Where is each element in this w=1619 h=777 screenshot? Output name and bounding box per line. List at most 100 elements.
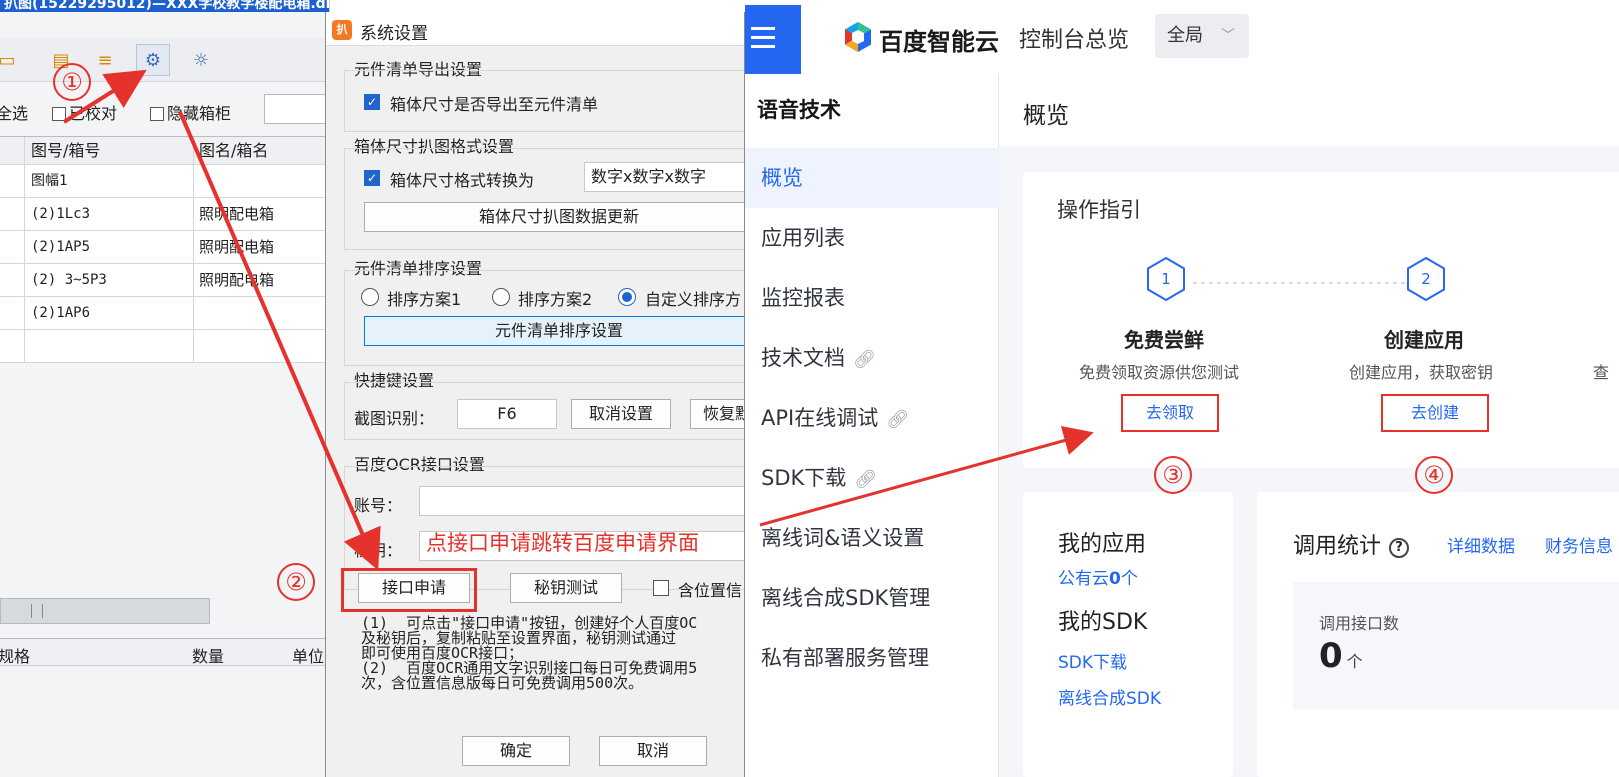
convert-size-checkbox[interactable]: ✓ (364, 170, 380, 186)
sort-scheme1-label: 排序方案1 (387, 290, 462, 309)
dialog-title-bar: 扒 系统设置 (326, 12, 744, 46)
settings-gear-icon[interactable]: ⚙ (136, 44, 170, 76)
lightbulb-icon[interactable]: ☼ (184, 44, 218, 76)
sidebar-item-label: 技术文档 (761, 346, 845, 370)
sidebar-item-label: 私有部署服务管理 (761, 646, 929, 670)
size-data-update-button[interactable]: 箱体尺寸扒图数据更新 (364, 202, 744, 232)
dialog-cancel-button[interactable]: 取消 (599, 736, 707, 766)
cell-number: (2)1AP5 (24, 231, 194, 264)
create-app-link[interactable]: 去创建 (1381, 394, 1489, 432)
filter-search-input[interactable] (264, 94, 329, 124)
calls-value-row: 0个 (1319, 636, 1363, 676)
sort-settings-button[interactable]: 元件清单排序设置 (364, 316, 744, 346)
sidebar-item-overview[interactable]: 概览 (745, 148, 999, 208)
region-value: 全局 (1167, 25, 1203, 46)
public-cloud-count: 0 (1109, 569, 1121, 589)
sidebar-item-label: API在线调试 (761, 406, 879, 430)
step-1-number: 1 (1161, 270, 1171, 288)
table-header: 图号/箱号 图名/箱名 (0, 137, 329, 165)
sort-scheme1-radio[interactable] (361, 288, 379, 306)
left-app-window: 扒图(15229295012)—XXX学校教学楼配电箱.dbcs ▭ ▤ ≡ ⚙… (0, 0, 330, 777)
guide-title: 操作指引 (1057, 198, 1141, 222)
size-format-select[interactable]: 数字x数字x数字 (584, 162, 744, 192)
table-row[interactable]: (2)1AP6 (0, 297, 329, 330)
console-overview-link[interactable]: 控制台总览 (1019, 22, 1129, 54)
sort-scheme2-label: 排序方案2 (518, 290, 593, 309)
menu-hamburger-icon[interactable] (745, 5, 801, 74)
api-apply-button[interactable]: 接口申请 (358, 573, 470, 603)
custom-sort-radio[interactable] (618, 288, 636, 306)
column-header-name[interactable]: 图名/箱名 (193, 137, 329, 165)
checked-filter-label: 已校对 (69, 104, 118, 123)
table-row[interactable]: 图幅1 (0, 165, 329, 198)
add-sheet-icon[interactable]: ▤ (44, 44, 78, 76)
export-size-checkbox[interactable]: ✓ (364, 94, 380, 110)
baidu-cloud-console: 百度智能云 控制台总览 全局 ﹀ 语音技术 概览 应用列表 监控报表 技术文档 🔗… (745, 0, 1619, 777)
table-row[interactable] (0, 330, 329, 363)
checked-filter[interactable]: 已校对 (52, 100, 117, 124)
column-header-unit[interactable]: 单位 (292, 643, 324, 667)
brand-name[interactable]: 百度智能云 (879, 22, 999, 57)
ok-button[interactable]: 确定 (462, 736, 570, 766)
secret-test-button[interactable]: 秘钥测试 (510, 573, 622, 603)
account-input[interactable] (419, 486, 744, 516)
sdk-download-link[interactable]: SDK下载 (1058, 648, 1127, 673)
finance-info-link[interactable]: 财务信息 (1545, 532, 1613, 557)
cell-name: 照明配电箱 (193, 231, 329, 264)
hide-cabinet-label: 隐藏箱柜 (167, 104, 232, 123)
folder-icon[interactable]: ▭ (0, 44, 24, 76)
hide-cabinet-checkbox[interactable] (150, 107, 164, 121)
step-2-hex-icon: 2 (1407, 256, 1445, 302)
calls-label: 调用接口数 (1319, 614, 1400, 633)
convert-size-label: 箱体尺寸格式转换为 (390, 171, 535, 190)
horizontal-scrollbar[interactable] (0, 598, 210, 624)
scrollbar-thumb[interactable] (31, 604, 43, 618)
public-cloud-label: 公有云 (1058, 569, 1109, 589)
detail-data-link[interactable]: 详细数据 (1447, 532, 1515, 557)
sidebar-item-app-list[interactable]: 应用列表 (745, 208, 999, 268)
checked-checkbox[interactable] (52, 107, 66, 121)
external-link-icon: 🔗︎ (886, 409, 910, 430)
table-row[interactable]: (2)1AP5 照明配电箱 (0, 231, 329, 264)
sidebar-item-monitor[interactable]: 监控报表 (745, 268, 999, 328)
public-cloud-link[interactable]: 公有云0个 (1058, 564, 1138, 589)
hotkey-input[interactable]: F6 (457, 399, 557, 429)
sort-list-icon[interactable]: ≡ (88, 44, 122, 76)
sidebar-item-sdk-download[interactable]: SDK下载 🔗︎ (745, 448, 999, 508)
region-select[interactable]: 全局 ﹀ (1155, 14, 1249, 58)
page-header: 概览 (999, 74, 1619, 146)
step-2-number: 2 (1421, 270, 1431, 288)
sort-scheme2-radio[interactable] (492, 288, 510, 306)
my-apps-title: 我的应用 (1058, 532, 1147, 557)
cell-number: 图幅1 (24, 165, 194, 198)
sidebar-item-api-debug[interactable]: API在线调试 🔗︎ (745, 388, 999, 448)
claim-free-link[interactable]: 去领取 (1121, 394, 1219, 432)
cell-number: (2)1Lc3 (24, 198, 194, 231)
column-header-quantity[interactable]: 数量 (192, 643, 224, 667)
secret-input[interactable] (419, 531, 744, 561)
cell-name (193, 330, 329, 363)
table-row[interactable]: (2) 3~5P3 照明配电箱 (0, 264, 329, 297)
column-header-spec[interactable]: 规格 (0, 643, 30, 667)
help-icon[interactable]: ? (1389, 538, 1410, 558)
ocr-notes-text: (1) 可点击"接口申请"按钮，创建好个人百度OC 及秘钥后，复制粘贴至设置界面… (361, 614, 698, 692)
step-connector (1193, 282, 1433, 284)
step-3-desc-partial: 查 (1593, 363, 1610, 382)
sidebar-item-private-deploy[interactable]: 私有部署服务管理 (745, 628, 999, 688)
sidebar-item-label: 监控报表 (761, 286, 845, 310)
select-all-checkbox-label[interactable]: 全选 (0, 100, 28, 124)
main-content: 概览 操作指引 1 免费尝鲜 免费领取资源供您测试 去领取 2 创建应用 创建应… (999, 74, 1619, 777)
cancel-hotkey-button[interactable]: 取消设置 (571, 399, 671, 429)
sidebar-item-docs[interactable]: 技术文档 🔗︎ (745, 328, 999, 388)
include-position-label: 含位置信 (678, 581, 743, 600)
offline-sdk-link[interactable]: 离线合成SDK (1058, 684, 1161, 709)
restore-default-button[interactable]: 恢复默 (690, 399, 744, 429)
table-row[interactable]: (2)1Lc3 照明配电箱 (0, 198, 329, 231)
sidebar-item-offline-words[interactable]: 离线词&语义设置 (745, 508, 999, 568)
include-position-checkbox[interactable] (653, 580, 669, 596)
step-1-hex-icon: 1 (1147, 256, 1185, 302)
sidebar-item-offline-sdk[interactable]: 离线合成SDK管理 (745, 568, 999, 628)
column-header-number[interactable]: 图号/箱号 (24, 137, 194, 165)
system-settings-dialog: 扒 系统设置 元件清单导出设置 ✓ 箱体尺寸是否导出至元件清单 箱体尺寸扒图格式… (325, 12, 745, 777)
hide-cabinet-filter[interactable]: 隐藏箱柜 (150, 100, 231, 124)
